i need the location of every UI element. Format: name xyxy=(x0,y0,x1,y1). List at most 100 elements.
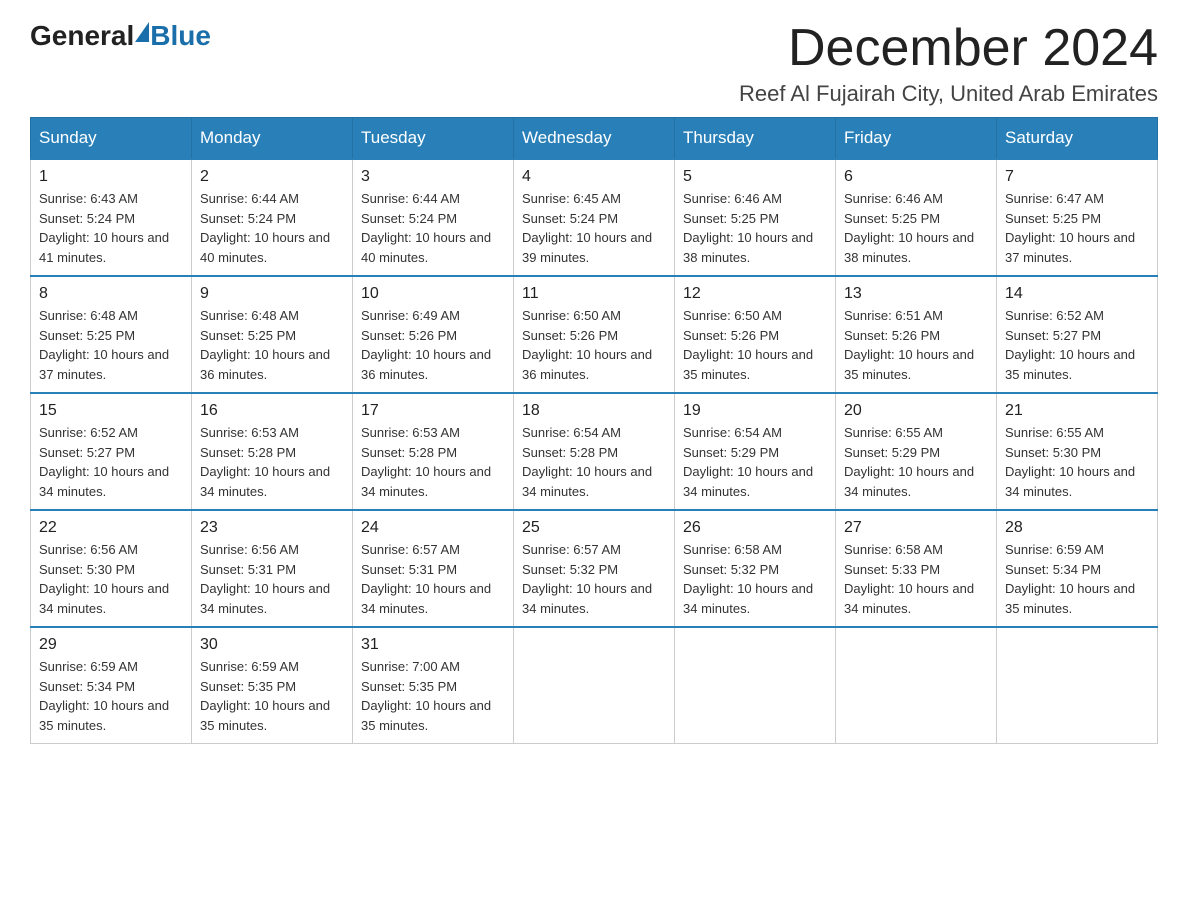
table-row: 30 Sunrise: 6:59 AM Sunset: 5:35 PM Dayl… xyxy=(192,627,353,744)
logo-triangle-icon xyxy=(135,22,149,42)
table-row xyxy=(997,627,1158,744)
day-number: 13 xyxy=(844,285,988,303)
table-row xyxy=(514,627,675,744)
day-number: 15 xyxy=(39,402,183,420)
day-info: Sunrise: 6:53 AM Sunset: 5:28 PM Dayligh… xyxy=(361,423,505,501)
day-info: Sunrise: 6:53 AM Sunset: 5:28 PM Dayligh… xyxy=(200,423,344,501)
day-number: 1 xyxy=(39,168,183,186)
table-row: 31 Sunrise: 7:00 AM Sunset: 5:35 PM Dayl… xyxy=(353,627,514,744)
table-row: 1 Sunrise: 6:43 AM Sunset: 5:24 PM Dayli… xyxy=(31,159,192,276)
table-row: 28 Sunrise: 6:59 AM Sunset: 5:34 PM Dayl… xyxy=(997,510,1158,627)
day-info: Sunrise: 6:46 AM Sunset: 5:25 PM Dayligh… xyxy=(683,189,827,267)
day-number: 16 xyxy=(200,402,344,420)
day-number: 17 xyxy=(361,402,505,420)
day-info: Sunrise: 6:58 AM Sunset: 5:33 PM Dayligh… xyxy=(844,540,988,618)
day-number: 23 xyxy=(200,519,344,537)
table-row: 10 Sunrise: 6:49 AM Sunset: 5:26 PM Dayl… xyxy=(353,276,514,393)
table-row: 14 Sunrise: 6:52 AM Sunset: 5:27 PM Dayl… xyxy=(997,276,1158,393)
table-row: 27 Sunrise: 6:58 AM Sunset: 5:33 PM Dayl… xyxy=(836,510,997,627)
table-row: 8 Sunrise: 6:48 AM Sunset: 5:25 PM Dayli… xyxy=(31,276,192,393)
day-number: 20 xyxy=(844,402,988,420)
day-number: 28 xyxy=(1005,519,1149,537)
day-number: 30 xyxy=(200,636,344,654)
day-number: 14 xyxy=(1005,285,1149,303)
day-info: Sunrise: 6:45 AM Sunset: 5:24 PM Dayligh… xyxy=(522,189,666,267)
logo-general-text: General xyxy=(30,20,134,52)
table-row: 6 Sunrise: 6:46 AM Sunset: 5:25 PM Dayli… xyxy=(836,159,997,276)
day-info: Sunrise: 6:57 AM Sunset: 5:32 PM Dayligh… xyxy=(522,540,666,618)
day-number: 19 xyxy=(683,402,827,420)
table-row: 26 Sunrise: 6:58 AM Sunset: 5:32 PM Dayl… xyxy=(675,510,836,627)
table-row: 29 Sunrise: 6:59 AM Sunset: 5:34 PM Dayl… xyxy=(31,627,192,744)
calendar-week-row: 29 Sunrise: 6:59 AM Sunset: 5:34 PM Dayl… xyxy=(31,627,1158,744)
day-info: Sunrise: 6:56 AM Sunset: 5:30 PM Dayligh… xyxy=(39,540,183,618)
logo: General Blue xyxy=(30,20,211,52)
calendar-week-row: 1 Sunrise: 6:43 AM Sunset: 5:24 PM Dayli… xyxy=(31,159,1158,276)
table-row xyxy=(836,627,997,744)
calendar-week-row: 8 Sunrise: 6:48 AM Sunset: 5:25 PM Dayli… xyxy=(31,276,1158,393)
day-number: 25 xyxy=(522,519,666,537)
day-info: Sunrise: 6:56 AM Sunset: 5:31 PM Dayligh… xyxy=(200,540,344,618)
table-row: 19 Sunrise: 6:54 AM Sunset: 5:29 PM Dayl… xyxy=(675,393,836,510)
weekday-header-row: Sunday Monday Tuesday Wednesday Thursday… xyxy=(31,118,1158,160)
table-row: 12 Sunrise: 6:50 AM Sunset: 5:26 PM Dayl… xyxy=(675,276,836,393)
day-info: Sunrise: 6:58 AM Sunset: 5:32 PM Dayligh… xyxy=(683,540,827,618)
day-number: 9 xyxy=(200,285,344,303)
day-number: 31 xyxy=(361,636,505,654)
table-row: 22 Sunrise: 6:56 AM Sunset: 5:30 PM Dayl… xyxy=(31,510,192,627)
day-number: 26 xyxy=(683,519,827,537)
calendar-week-row: 15 Sunrise: 6:52 AM Sunset: 5:27 PM Dayl… xyxy=(31,393,1158,510)
day-info: Sunrise: 6:59 AM Sunset: 5:35 PM Dayligh… xyxy=(200,657,344,735)
header-wednesday: Wednesday xyxy=(514,118,675,160)
table-row: 18 Sunrise: 6:54 AM Sunset: 5:28 PM Dayl… xyxy=(514,393,675,510)
day-info: Sunrise: 6:43 AM Sunset: 5:24 PM Dayligh… xyxy=(39,189,183,267)
table-row: 3 Sunrise: 6:44 AM Sunset: 5:24 PM Dayli… xyxy=(353,159,514,276)
day-number: 22 xyxy=(39,519,183,537)
location-title: Reef Al Fujairah City, United Arab Emira… xyxy=(739,81,1158,107)
day-number: 6 xyxy=(844,168,988,186)
day-number: 24 xyxy=(361,519,505,537)
month-title: December 2024 xyxy=(739,20,1158,77)
day-number: 5 xyxy=(683,168,827,186)
day-number: 4 xyxy=(522,168,666,186)
table-row: 15 Sunrise: 6:52 AM Sunset: 5:27 PM Dayl… xyxy=(31,393,192,510)
table-row: 11 Sunrise: 6:50 AM Sunset: 5:26 PM Dayl… xyxy=(514,276,675,393)
table-row: 20 Sunrise: 6:55 AM Sunset: 5:29 PM Dayl… xyxy=(836,393,997,510)
calendar-week-row: 22 Sunrise: 6:56 AM Sunset: 5:30 PM Dayl… xyxy=(31,510,1158,627)
day-info: Sunrise: 6:46 AM Sunset: 5:25 PM Dayligh… xyxy=(844,189,988,267)
day-number: 10 xyxy=(361,285,505,303)
day-info: Sunrise: 6:59 AM Sunset: 5:34 PM Dayligh… xyxy=(39,657,183,735)
day-info: Sunrise: 6:48 AM Sunset: 5:25 PM Dayligh… xyxy=(39,306,183,384)
table-row: 17 Sunrise: 6:53 AM Sunset: 5:28 PM Dayl… xyxy=(353,393,514,510)
day-number: 8 xyxy=(39,285,183,303)
day-info: Sunrise: 6:47 AM Sunset: 5:25 PM Dayligh… xyxy=(1005,189,1149,267)
table-row: 25 Sunrise: 6:57 AM Sunset: 5:32 PM Dayl… xyxy=(514,510,675,627)
day-number: 29 xyxy=(39,636,183,654)
header-friday: Friday xyxy=(836,118,997,160)
table-row: 2 Sunrise: 6:44 AM Sunset: 5:24 PM Dayli… xyxy=(192,159,353,276)
day-info: Sunrise: 7:00 AM Sunset: 5:35 PM Dayligh… xyxy=(361,657,505,735)
header-tuesday: Tuesday xyxy=(353,118,514,160)
table-row: 9 Sunrise: 6:48 AM Sunset: 5:25 PM Dayli… xyxy=(192,276,353,393)
table-row: 4 Sunrise: 6:45 AM Sunset: 5:24 PM Dayli… xyxy=(514,159,675,276)
page-header: General Blue December 2024 Reef Al Fujai… xyxy=(30,20,1158,107)
header-saturday: Saturday xyxy=(997,118,1158,160)
day-info: Sunrise: 6:54 AM Sunset: 5:29 PM Dayligh… xyxy=(683,423,827,501)
logo-blue-text: Blue xyxy=(150,20,211,52)
table-row: 5 Sunrise: 6:46 AM Sunset: 5:25 PM Dayli… xyxy=(675,159,836,276)
day-number: 21 xyxy=(1005,402,1149,420)
table-row: 21 Sunrise: 6:55 AM Sunset: 5:30 PM Dayl… xyxy=(997,393,1158,510)
table-row: 23 Sunrise: 6:56 AM Sunset: 5:31 PM Dayl… xyxy=(192,510,353,627)
day-info: Sunrise: 6:55 AM Sunset: 5:30 PM Dayligh… xyxy=(1005,423,1149,501)
table-row: 24 Sunrise: 6:57 AM Sunset: 5:31 PM Dayl… xyxy=(353,510,514,627)
day-info: Sunrise: 6:48 AM Sunset: 5:25 PM Dayligh… xyxy=(200,306,344,384)
day-info: Sunrise: 6:54 AM Sunset: 5:28 PM Dayligh… xyxy=(522,423,666,501)
day-info: Sunrise: 6:59 AM Sunset: 5:34 PM Dayligh… xyxy=(1005,540,1149,618)
day-number: 11 xyxy=(522,285,666,303)
table-row: 7 Sunrise: 6:47 AM Sunset: 5:25 PM Dayli… xyxy=(997,159,1158,276)
day-info: Sunrise: 6:49 AM Sunset: 5:26 PM Dayligh… xyxy=(361,306,505,384)
header-thursday: Thursday xyxy=(675,118,836,160)
day-info: Sunrise: 6:50 AM Sunset: 5:26 PM Dayligh… xyxy=(683,306,827,384)
day-info: Sunrise: 6:51 AM Sunset: 5:26 PM Dayligh… xyxy=(844,306,988,384)
day-info: Sunrise: 6:44 AM Sunset: 5:24 PM Dayligh… xyxy=(361,189,505,267)
